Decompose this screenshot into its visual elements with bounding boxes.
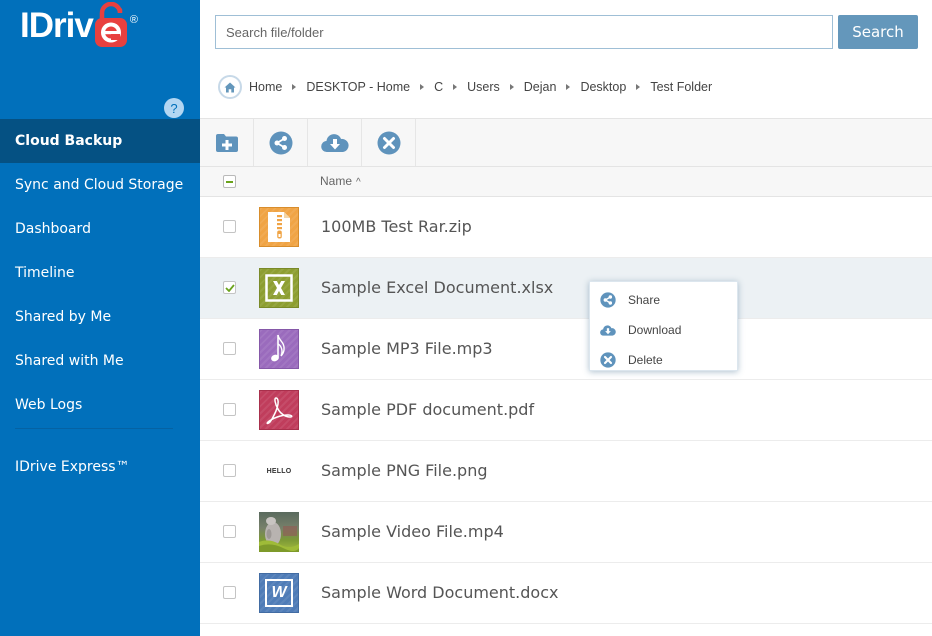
sidebar-item-web-logs[interactable]: Web Logs (0, 383, 200, 427)
sidebar-item-label: Dashboard (15, 221, 91, 237)
sidebar-item-shared-with-me[interactable]: Shared with Me (0, 339, 200, 383)
file-row[interactable]: HELLO Sample PNG File.png (200, 441, 932, 502)
share-button[interactable] (254, 119, 308, 166)
sidebar-item-shared-by-me[interactable]: Shared by Me (0, 295, 200, 339)
breadcrumb-separator-icon (509, 84, 514, 90)
registered-mark: ® (129, 14, 138, 26)
breadcrumb-separator-icon (453, 84, 458, 90)
context-menu-label: Share (628, 293, 661, 307)
download-icon (600, 322, 616, 338)
file-name[interactable]: Sample MP3 File.mp3 (321, 339, 493, 358)
zip-file-icon (259, 207, 299, 247)
row-checkbox[interactable] (223, 525, 236, 538)
breadcrumb-separator-icon (420, 84, 425, 90)
breadcrumb-users[interactable]: Users (467, 80, 500, 94)
row-checkbox[interactable] (223, 403, 236, 416)
file-row[interactable]: Sample PDF document.pdf (200, 380, 932, 441)
sidebar-item-idrive-express[interactable]: IDrive Express™ (0, 445, 200, 489)
thumbnail-text: HELLO (266, 467, 292, 475)
sidebar-item-label: Web Logs (15, 397, 83, 413)
breadcrumb-desktop[interactable]: Desktop (580, 80, 626, 94)
file-name[interactable]: Sample Video File.mp4 (321, 522, 504, 541)
sidebar-nav: Cloud Backup Sync and Cloud Storage Dash… (0, 119, 200, 427)
search-button[interactable]: Search (838, 15, 918, 49)
sidebar-divider (15, 428, 173, 429)
sidebar-item-label: Shared by Me (15, 309, 112, 325)
row-checkbox[interactable] (223, 586, 236, 599)
file-name[interactable]: Sample PNG File.png (321, 461, 488, 480)
video-file-thumbnail (259, 512, 299, 552)
breadcrumb-desktop-home[interactable]: DESKTOP - Home (306, 80, 410, 94)
new-folder-button[interactable] (200, 119, 254, 166)
sidebar-item-label: Timeline (15, 265, 75, 281)
breadcrumb-separator-icon (636, 84, 641, 90)
breadcrumb-dejan[interactable]: Dejan (524, 80, 557, 94)
audio-file-icon (259, 329, 299, 369)
sidebar-item-dashboard[interactable]: Dashboard (0, 207, 200, 251)
new-folder-icon (215, 133, 238, 152)
file-row[interactable]: 100MB Test Rar.zip (200, 197, 932, 258)
context-menu: Share Download Delete (589, 281, 738, 371)
file-name[interactable]: Sample Word Document.docx (321, 583, 558, 602)
row-checkbox[interactable] (223, 220, 236, 233)
row-checkbox[interactable] (223, 464, 236, 477)
share-icon (600, 292, 616, 308)
sidebar-item-label: Shared with Me (15, 353, 124, 369)
name-column-header[interactable]: Name ^ (320, 174, 361, 188)
context-menu-share[interactable]: Share (590, 285, 737, 315)
file-name[interactable]: Sample Excel Document.xlsx (321, 278, 553, 297)
word-letter: W (271, 584, 287, 601)
sidebar: IDriv ® Cloud Backup Sync and Cloud Stor… (0, 0, 200, 636)
sidebar-item-cloud-backup[interactable]: Cloud Backup (0, 119, 200, 163)
file-row[interactable]: Sample Excel Document.xlsx (200, 258, 932, 319)
sidebar-item-sync-cloud-storage[interactable]: Sync and Cloud Storage (0, 163, 200, 207)
context-menu-label: Download (628, 323, 682, 337)
sort-ascending-icon: ^ (356, 177, 361, 188)
file-name[interactable]: Sample PDF document.pdf (321, 400, 534, 419)
row-checkbox-checked[interactable] (223, 281, 236, 294)
breadcrumb-test-folder[interactable]: Test Folder (650, 80, 712, 94)
sidebar-item-label: Cloud Backup (15, 133, 123, 149)
dashboard-help-icon[interactable]: ? (164, 98, 184, 118)
breadcrumb-home[interactable]: Home (249, 80, 282, 94)
context-menu-download[interactable]: Download (590, 315, 737, 345)
logo-text: IDriv (20, 6, 94, 45)
file-list: 100MB Test Rar.zip Sample Excel Document… (200, 197, 932, 624)
delete-button[interactable] (362, 119, 416, 166)
sidebar-item-label: IDrive Express™ (15, 459, 130, 475)
breadcrumb-c[interactable]: C (434, 80, 443, 94)
download-icon (320, 133, 349, 152)
file-name[interactable]: 100MB Test Rar.zip (321, 217, 472, 236)
file-row[interactable]: Sample MP3 File.mp3 (200, 319, 932, 380)
word-file-icon: W (259, 573, 299, 613)
sidebar-item-timeline[interactable]: Timeline (0, 251, 200, 295)
row-checkbox[interactable] (223, 342, 236, 355)
breadcrumb: Home DESKTOP - Home C Users Dejan Deskto… (218, 74, 712, 100)
delete-icon (600, 352, 616, 368)
checkmark-icon (224, 283, 235, 292)
breadcrumb-separator-icon (566, 84, 571, 90)
list-header: Name ^ (200, 167, 932, 197)
sidebar-item-label: Sync and Cloud Storage (15, 177, 184, 193)
excel-file-icon (259, 268, 299, 308)
toolbar (200, 118, 932, 167)
file-row[interactable]: W Sample Word Document.docx (200, 563, 932, 624)
search-input[interactable] (215, 15, 833, 49)
logo-lock-icon (94, 1, 128, 47)
idrive-logo[interactable]: IDriv ® (20, 1, 138, 50)
home-icon[interactable] (218, 75, 242, 99)
pdf-file-icon (259, 390, 299, 430)
download-button[interactable] (308, 119, 362, 166)
name-column-label: Name (320, 174, 353, 188)
delete-icon (377, 131, 400, 154)
breadcrumb-separator-icon (292, 84, 297, 90)
share-icon (269, 131, 292, 154)
image-file-thumbnail: HELLO (259, 451, 299, 491)
context-menu-label: Delete (628, 353, 663, 367)
select-all-checkbox[interactable] (223, 175, 236, 188)
file-row[interactable]: Sample Video File.mp4 (200, 502, 932, 563)
context-menu-delete[interactable]: Delete (590, 345, 737, 375)
